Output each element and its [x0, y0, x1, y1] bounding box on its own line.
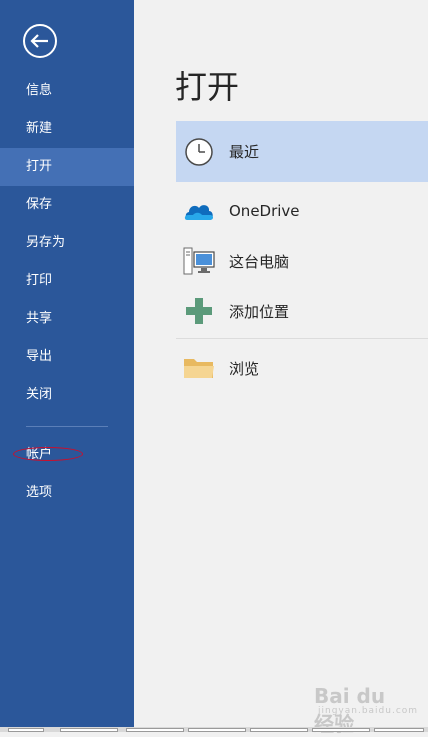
location-browse-label: 浏览 [229, 359, 260, 378]
backstage-sidebar: 信息 新建 打开 保存 另存为 打印 共享 导出 关闭 帐户 选项 [0, 0, 134, 732]
location-add-place-label: 添加位置 [229, 302, 290, 321]
taskbar-item[interactable] [60, 728, 118, 732]
taskbar-item[interactable] [374, 728, 424, 732]
plus-icon [182, 294, 216, 328]
taskbar-item[interactable] [250, 728, 308, 732]
location-recent[interactable]: 最近 [176, 121, 428, 182]
sidebar-item-account[interactable]: 帐户 [0, 436, 134, 474]
taskbar-item[interactable] [126, 728, 184, 732]
back-button[interactable] [22, 23, 58, 59]
sidebar-item-close[interactable]: 关闭 [0, 376, 134, 414]
folder-icon [182, 351, 216, 385]
location-onedrive-label: OneDrive [229, 202, 300, 220]
sidebar-item-open[interactable]: 打开 [0, 148, 134, 186]
sidebar-divider [26, 426, 108, 427]
location-this-pc[interactable]: 这台电脑 [176, 236, 428, 286]
page-title: 打开 [175, 68, 240, 106]
location-onedrive[interactable]: OneDrive [176, 186, 428, 236]
location-browse[interactable]: 浏览 [176, 343, 428, 393]
sidebar-item-options[interactable]: 选项 [0, 474, 134, 512]
location-add-place[interactable]: 添加位置 [176, 286, 428, 336]
sidebar-item-export[interactable]: 导出 [0, 338, 134, 376]
back-arrow-icon [23, 24, 57, 58]
taskbar-item[interactable] [312, 728, 370, 732]
sidebar-item-new[interactable]: 新建 [0, 110, 134, 148]
location-recent-label: 最近 [229, 143, 260, 161]
taskbar-item[interactable] [8, 728, 44, 732]
clock-icon [182, 135, 216, 169]
computer-icon [182, 244, 216, 278]
sidebar-item-save-as[interactable]: 另存为 [0, 224, 134, 262]
onedrive-cloud-icon [182, 194, 216, 228]
sidebar-item-print[interactable]: 打印 [0, 262, 134, 300]
location-this-pc-label: 这台电脑 [229, 252, 290, 271]
sidebar-item-save[interactable]: 保存 [0, 186, 134, 224]
taskbar-item[interactable] [188, 728, 246, 732]
open-pane: 打开 最近 OneDrive 这台电脑 添加位置 浏览 [134, 0, 428, 732]
sidebar-item-info[interactable]: 信息 [0, 72, 134, 110]
locations-separator [176, 338, 428, 339]
sidebar-item-share[interactable]: 共享 [0, 300, 134, 338]
